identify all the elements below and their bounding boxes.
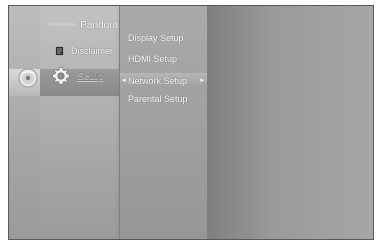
submenu-item-label: Network Setup xyxy=(128,76,188,86)
arrow-right-icon: ▸ xyxy=(200,77,204,84)
menu-item-pandora[interactable]: PANDORA Pandora xyxy=(49,16,118,34)
gear-icon xyxy=(52,67,70,85)
menu-item-label: Disclaimer xyxy=(71,46,114,56)
submenu-item-network-setup[interactable]: ◂ Network Setup ▸ xyxy=(120,73,207,89)
menu-item-label: Pandora xyxy=(80,19,119,31)
pandora-logo: PANDORA xyxy=(49,22,77,28)
submenu-item-hdmi-setup[interactable]: HDMI Setup xyxy=(128,54,177,64)
menu-item-label: Setup xyxy=(77,70,104,82)
tv-menu-screen: PANDORA Pandora Disclaimer Setup Display… xyxy=(8,5,374,240)
arrow-left-icon: ◂ xyxy=(122,77,126,84)
disc-icon xyxy=(18,68,38,88)
document-icon xyxy=(55,46,64,56)
main-menu-column xyxy=(40,6,120,239)
submenu-item-display-setup[interactable]: Display Setup xyxy=(128,33,184,43)
submenu-item-parental-setup[interactable]: Parental Setup xyxy=(128,94,188,104)
icon-column xyxy=(9,6,41,239)
menu-item-setup[interactable]: Setup xyxy=(51,66,103,86)
menu-item-disclaimer[interactable]: Disclaimer xyxy=(55,46,113,56)
content-area xyxy=(207,6,373,239)
